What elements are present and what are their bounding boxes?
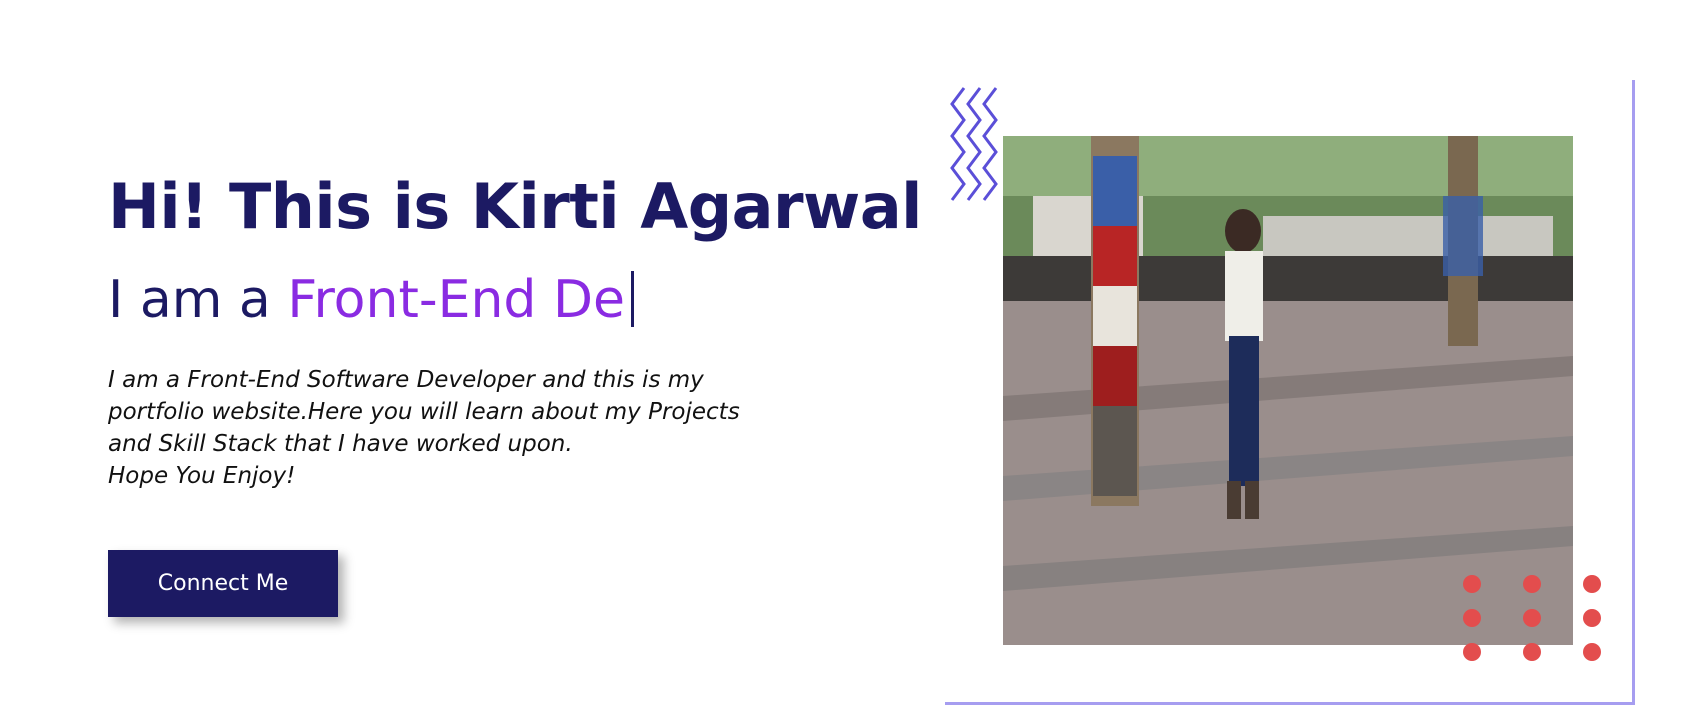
intro-line: and Skill Stack that I have worked upon. bbox=[108, 431, 573, 457]
connect-me-button[interactable]: Connect Me bbox=[108, 550, 338, 617]
zigzag-icon bbox=[950, 87, 998, 201]
intro-line: Hope You Enjoy! bbox=[108, 463, 296, 489]
typing-line: I am a Front-End De bbox=[108, 270, 808, 330]
profile-photo bbox=[1003, 136, 1573, 645]
intro-line: I am a Front-End Software Developer and … bbox=[108, 367, 704, 393]
typing-cursor bbox=[630, 271, 634, 327]
dot-grid-icon bbox=[1463, 575, 1601, 661]
hero-text-block: Hi! This is Kirti Agarwal I am a Front-E… bbox=[108, 170, 922, 492]
hero-title: Hi! This is Kirti Agarwal bbox=[108, 170, 922, 243]
typing-prefix: I am a bbox=[108, 270, 288, 330]
intro-paragraph: I am a Front-End Software Developer and … bbox=[108, 364, 808, 492]
typing-text: Front-End De bbox=[287, 270, 625, 330]
intro-line: portfolio website.Here you will learn ab… bbox=[108, 399, 740, 425]
